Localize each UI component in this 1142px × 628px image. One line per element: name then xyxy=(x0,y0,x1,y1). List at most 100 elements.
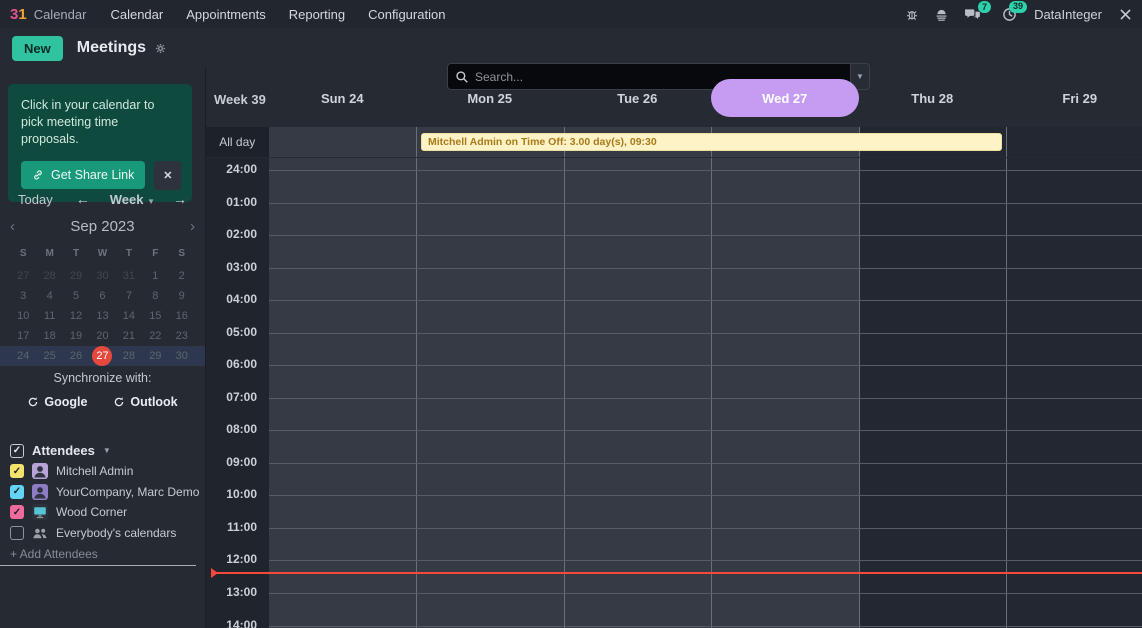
mini-cal-week-row[interactable]: 17181920212223 xyxy=(0,326,205,346)
prev-week-arrow[interactable]: ← xyxy=(76,191,90,207)
mini-cal-day[interactable]: 15 xyxy=(142,310,168,322)
menu-item-appointments[interactable]: Appointments xyxy=(186,7,266,22)
top-hat-icon[interactable] xyxy=(934,7,949,22)
allday-event[interactable]: Mitchell Admin on Time Off: 3.00 day(s),… xyxy=(421,133,1002,151)
tools-icon[interactable] xyxy=(1119,8,1132,21)
share-tip-text: Click in your calendar to pick meeting t… xyxy=(21,97,179,148)
mini-cal-today[interactable]: 27 xyxy=(89,346,115,366)
add-attendees-link[interactable]: + Add Attendees xyxy=(10,547,98,561)
day-header-tue-26[interactable]: Tue 26 xyxy=(564,79,712,117)
mini-cal-day[interactable]: 4 xyxy=(36,290,62,302)
day-column-sun-24[interactable] xyxy=(269,127,417,157)
attendee-checkbox[interactable]: ✓ xyxy=(10,485,24,499)
mini-cal-dow: T xyxy=(116,248,142,259)
attendee-row-everybody-s-calendars[interactable]: Everybody's calendars xyxy=(10,525,176,541)
mini-cal-day[interactable]: 28 xyxy=(116,350,142,362)
menu-item-configuration[interactable]: Configuration xyxy=(368,7,445,22)
attendees-header-label: Attendees xyxy=(32,443,95,458)
day-column-tue-26[interactable] xyxy=(564,158,712,628)
day-header-mon-25[interactable]: Mon 25 xyxy=(416,79,564,117)
mini-cal-day[interactable]: 7 xyxy=(116,290,142,302)
mini-cal-day[interactable]: 17 xyxy=(10,330,36,342)
mini-cal-week-row[interactable]: 3456789 xyxy=(0,286,205,306)
app-name[interactable]: Calendar xyxy=(34,7,87,22)
mini-cal-day[interactable]: 18 xyxy=(36,330,62,342)
attendee-row-wood-corner[interactable]: ✓Wood Corner xyxy=(10,504,127,520)
attendee-row-mitchell-admin[interactable]: ✓Mitchell Admin xyxy=(10,463,133,479)
day-header-fri-29[interactable]: Fri 29 xyxy=(1006,79,1142,117)
mini-cal-day[interactable]: 14 xyxy=(116,310,142,322)
day-column-fri-29[interactable] xyxy=(1006,127,1142,157)
mini-cal-prev-icon[interactable]: ‹ xyxy=(10,218,24,235)
next-week-arrow[interactable]: → xyxy=(173,191,187,207)
day-header-thu-28[interactable]: Thu 28 xyxy=(859,79,1007,117)
menu-item-calendar[interactable]: Calendar xyxy=(110,7,163,22)
day-column-thu-28[interactable] xyxy=(859,158,1007,628)
mini-cal-day[interactable]: 3 xyxy=(10,290,36,302)
close-tip-button[interactable]: ✕ xyxy=(154,161,181,190)
mini-cal-day[interactable]: 10 xyxy=(10,310,36,322)
attendee-checkbox[interactable] xyxy=(10,526,24,540)
refresh-icon xyxy=(113,396,125,408)
sync-outlook-button[interactable]: Outlook xyxy=(113,395,177,409)
mini-cal-day[interactable]: 27 xyxy=(10,270,36,282)
mini-cal-day[interactable]: 6 xyxy=(89,290,115,302)
day-column-mon-25[interactable] xyxy=(416,158,564,628)
attendee-checkbox[interactable]: ✓ xyxy=(10,505,24,519)
mini-cal-day[interactable]: 29 xyxy=(142,350,168,362)
mini-cal-day[interactable]: 23 xyxy=(169,330,195,342)
link-icon xyxy=(32,169,44,181)
discuss-chat-icon[interactable]: 7 xyxy=(964,7,981,21)
mini-cal-day[interactable]: 8 xyxy=(142,290,168,302)
mini-cal-day[interactable]: 31 xyxy=(116,270,142,282)
day-header-sun-24[interactable]: Sun 24 xyxy=(269,79,417,117)
hour-line xyxy=(269,398,1142,399)
mini-cal-day[interactable]: 9 xyxy=(169,290,195,302)
menu-item-reporting[interactable]: Reporting xyxy=(289,7,345,22)
mini-cal-week-row[interactable]: 10111213141516 xyxy=(0,306,205,326)
mini-cal-day[interactable]: 12 xyxy=(63,310,89,322)
mini-cal-week-row[interactable]: 272829303112 xyxy=(0,266,205,286)
mini-cal-day[interactable]: 22 xyxy=(142,330,168,342)
mini-cal-day[interactable]: 11 xyxy=(36,310,62,322)
mini-cal-day[interactable]: 28 xyxy=(36,270,62,282)
day-column-wed-27[interactable] xyxy=(711,158,859,628)
calendar-app-icon[interactable]: 31 xyxy=(10,6,27,23)
mini-cal-day[interactable]: 24 xyxy=(10,350,36,362)
mini-cal-day[interactable]: 2 xyxy=(169,270,195,282)
attendee-checkbox[interactable]: ✓ xyxy=(10,464,24,478)
sync-google-button[interactable]: Google xyxy=(27,395,87,409)
time-grid[interactable]: 24:0001:0002:0003:0004:0005:0006:0007:00… xyxy=(206,158,1142,628)
mini-cal-next-icon[interactable]: › xyxy=(181,218,195,235)
mini-cal-day[interactable]: 19 xyxy=(63,330,89,342)
mini-cal-week-row[interactable]: 24252627282930 xyxy=(0,346,205,366)
attendee-row-yourcompany-marc-demo[interactable]: ✓YourCompany, Marc Demo xyxy=(10,484,199,500)
new-button[interactable]: New xyxy=(12,36,63,61)
mini-cal-day[interactable]: 25 xyxy=(36,350,62,362)
day-column-sun-24[interactable] xyxy=(269,158,417,628)
calendar-nav: Today ← Week ▼ → xyxy=(0,190,205,208)
get-share-link-button[interactable]: Get Share Link xyxy=(21,161,145,189)
mini-cal-dow: M xyxy=(36,248,62,259)
mini-cal-day[interactable]: 30 xyxy=(169,350,195,362)
mini-cal-day[interactable]: 29 xyxy=(63,270,89,282)
user-menu[interactable]: DataInteger xyxy=(1034,7,1102,22)
mini-cal-day[interactable]: 20 xyxy=(89,330,115,342)
control-panel: New Meetings ▼ xyxy=(0,28,1142,68)
mini-cal-day[interactable]: 5 xyxy=(63,290,89,302)
day-column-fri-29[interactable] xyxy=(1006,158,1142,628)
mini-cal-day[interactable]: 16 xyxy=(169,310,195,322)
mini-cal-day[interactable]: 13 xyxy=(89,310,115,322)
today-button[interactable]: Today xyxy=(18,192,53,207)
scale-picker[interactable]: Week ▼ xyxy=(110,192,155,207)
attendees-all-checkbox[interactable]: ✓ xyxy=(10,444,24,458)
gear-icon[interactable] xyxy=(154,42,167,55)
mini-cal-day[interactable]: 21 xyxy=(116,330,142,342)
mini-cal-day[interactable]: 26 xyxy=(63,350,89,362)
day-header-wed-27[interactable]: Wed 27 xyxy=(711,79,859,117)
mini-cal-day[interactable]: 1 xyxy=(142,270,168,282)
mini-cal-day[interactable]: 30 xyxy=(89,270,115,282)
activity-clock-icon[interactable]: 39 xyxy=(1002,7,1017,22)
bug-icon[interactable] xyxy=(905,7,919,21)
chevron-down-icon[interactable]: ▼ xyxy=(103,446,111,455)
